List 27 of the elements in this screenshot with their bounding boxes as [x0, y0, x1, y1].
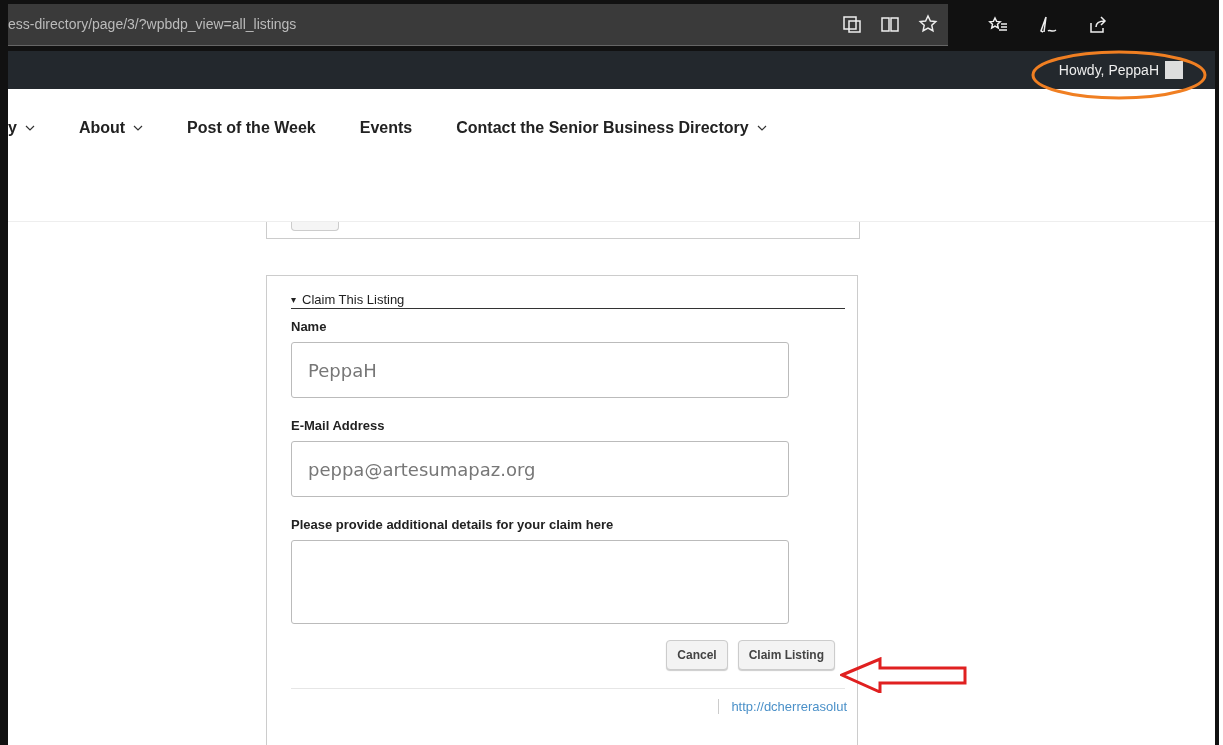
- url-text: ess-directory/page/3/?wpbdp_view=all_listings: [8, 16, 297, 33]
- field-label: E-Mail Address: [291, 418, 386, 433]
- nav-menu-item[interactable]: Contact the Senior Business Directory: [456, 118, 767, 137]
- nav-menu-item[interactable]: Post of the Week: [187, 118, 316, 137]
- claim-toggle-header[interactable]: ▾ Claim This Listing: [291, 292, 845, 309]
- pen-icon[interactable]: [1038, 15, 1058, 35]
- chevron-down-icon[interactable]: [133, 124, 144, 131]
- field-label: Please provide additional details for your claim here: [291, 517, 615, 532]
- user-greeting[interactable]: Howdy, PeppaH: [1058, 61, 1159, 78]
- nav-menu-item[interactable]: About: [78, 118, 144, 137]
- form-button[interactable]: Cancel: [666, 640, 728, 670]
- share-icon[interactable]: [1088, 15, 1108, 35]
- reading-view-icon[interactable]: [880, 14, 900, 35]
- avatar-icon[interactable]: [1165, 60, 1183, 79]
- field-label: Name: [291, 319, 328, 334]
- nav-menu-item[interactable]: Events: [359, 118, 413, 137]
- text-input-field[interactable]: peppa@artesumapaz.org: [291, 441, 789, 497]
- address-bar[interactable]: ess-directory/page/3/?wpbdp_view=all_listings: [8, 4, 948, 46]
- text-input-field[interactable]: PeppaH: [291, 342, 789, 398]
- chevron-down-icon[interactable]: [24, 124, 35, 131]
- form-button[interactable]: Claim Listing: [737, 640, 835, 670]
- website-link[interactable]: http://dcherrerasolut: [718, 699, 847, 714]
- chevron-down-icon[interactable]: [756, 124, 767, 131]
- nav-menu-item[interactable]: y: [8, 118, 35, 137]
- favorite-star-icon[interactable]: [918, 14, 938, 35]
- expand-icon: ▾: [291, 294, 296, 305]
- section-title: Claim This Listing: [302, 292, 405, 307]
